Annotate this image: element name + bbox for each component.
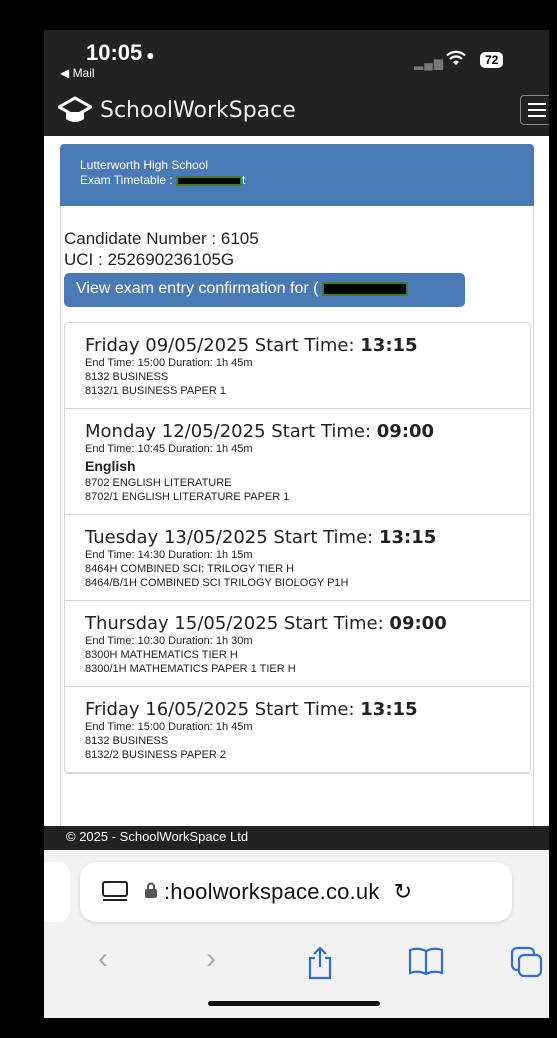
phone-frame: 10:05 ● ◀ Mail ▂▄▆ 72 SchoolWorkSpace Lu… (18, 0, 549, 1038)
lock-icon (144, 882, 158, 903)
exam-code: 8132 BUSINESS (85, 371, 169, 383)
exam-code: 8464H COMBINED SCI: TRILOGY TIER H (85, 563, 295, 575)
confirmation-button-label: View exam entry confirmation for ( (76, 280, 319, 297)
redacted-name (322, 281, 409, 296)
browser-toolbar: ‹ › (44, 942, 549, 992)
exam-end-duration: End Time: 15:00 Duration: 1h 45m (85, 721, 253, 733)
battery-indicator: 72 (480, 52, 504, 68)
site-brand[interactable]: SchoolWorkSpace (100, 98, 296, 123)
status-bar: 10:05 ● ◀ Mail ▂▄▆ 72 (44, 30, 549, 84)
timetable-suffix: t (242, 173, 246, 187)
exam-item: Monday 12/05/2025 Start Time: 09:00 End … (65, 409, 530, 515)
exam-end-duration: End Time: 10:45 Duration: 1h 45m (85, 443, 253, 455)
reload-icon[interactable]: ↻ (394, 879, 412, 905)
school-name: Lutterworth High School (80, 158, 209, 172)
clock-time: 10:05 (86, 40, 143, 65)
tabs-icon[interactable] (510, 946, 544, 985)
timetable-heading: Exam Timetable : t (80, 173, 534, 188)
exam-paper: 8300/1H MATHEMATICS PAPER 1 TIER H (85, 663, 296, 675)
exam-date: Thursday 15/05/2025 Start Time: (85, 613, 390, 634)
exam-paper: 8132/2 BUSINESS PAPER 2 (85, 749, 227, 761)
share-icon[interactable] (306, 946, 334, 987)
exam-end-duration: End Time: 10:30 Duration: 1h 30m (85, 635, 253, 647)
exam-paper: 8132/1 BUSINESS PAPER 1 (85, 385, 227, 397)
person-icon: ● (146, 47, 155, 63)
url-domain[interactable]: :hoolworkspace.co.uk (164, 879, 380, 905)
graduation-cap-logo-icon (58, 96, 92, 122)
site-header: SchoolWorkSpace (44, 84, 549, 136)
hamburger-line (528, 103, 546, 105)
exam-date: Monday 12/05/2025 Start Time: (85, 421, 377, 442)
exam-date: Friday 16/05/2025 Start Time: (85, 699, 361, 720)
exam-item: Tuesday 13/05/2025 Start Time: 13:15 End… (65, 515, 530, 601)
exam-code: 8702 ENGLISH LITERATURE (85, 477, 232, 489)
back-chevron-icon[interactable]: ‹ (98, 942, 108, 976)
address-bar[interactable]: :hoolworkspace.co.uk ↻ (80, 862, 512, 922)
exam-code: 8300H MATHEMATICS TIER H (85, 649, 238, 661)
hamburger-line (528, 115, 546, 117)
hamburger-line (528, 109, 546, 111)
menu-toggle-button[interactable] (520, 95, 549, 125)
back-to-mail-link[interactable]: ◀ Mail (60, 66, 95, 80)
wifi-icon (446, 50, 466, 71)
candidate-uci: UCI : 252690236105G (64, 250, 235, 269)
previous-tab-edge[interactable] (44, 862, 70, 922)
exam-date: Tuesday 13/05/2025 Start Time: (85, 527, 379, 548)
home-indicator[interactable] (208, 1001, 380, 1006)
exam-date-start: Tuesday 13/05/2025 Start Time: 13:15 (85, 527, 530, 548)
clock: 10:05 ● (86, 40, 155, 66)
exam-date-start: Monday 12/05/2025 Start Time: 09:00 (85, 421, 530, 442)
exam-start-time: 09:00 (389, 613, 447, 634)
screen: 10:05 ● ◀ Mail ▂▄▆ 72 SchoolWorkSpace Lu… (44, 30, 549, 1018)
exam-paper: 8702/1 ENGLISH LITERATURE PAPER 1 (85, 491, 290, 503)
exam-item: Thursday 15/05/2025 Start Time: 09:00 En… (65, 601, 530, 687)
exam-date-start: Thursday 15/05/2025 Start Time: 09:00 (85, 613, 530, 634)
view-entry-confirmation-button[interactable]: View exam entry confirmation for ( (64, 273, 465, 307)
exam-start-time: 13:15 (360, 699, 418, 720)
exam-item: Friday 09/05/2025 Start Time: 13:15 End … (65, 323, 530, 409)
exam-item: Friday 16/05/2025 Start Time: 13:15 End … (65, 687, 530, 773)
bookmarks-icon[interactable] (408, 946, 444, 983)
candidate-number: Candidate Number : 6105 (64, 229, 259, 248)
reader-mode-icon[interactable] (100, 880, 130, 904)
page-content: Lutterworth High School Exam Timetable :… (44, 136, 549, 826)
candidate-info: Candidate Number : 6105 UCI : 2526902361… (64, 228, 259, 270)
exam-end-duration: End Time: 14:30 Duration: 1h 15m (85, 549, 253, 561)
exam-end-duration: End Time: 15:00 Duration: 1h 45m (85, 357, 253, 369)
timetable-label: Exam Timetable : (80, 173, 173, 187)
exam-start-time: 13:15 (378, 527, 437, 548)
panel-header: Lutterworth High School Exam Timetable :… (60, 144, 534, 206)
exam-start-time: 13:15 (360, 335, 418, 356)
exam-date-start: Friday 16/05/2025 Start Time: 13:15 (85, 699, 530, 720)
exam-list: Friday 09/05/2025 Start Time: 13:15 End … (64, 322, 531, 774)
cellular-signal-icon: ▂▄▆ (414, 56, 444, 70)
redacted-name (176, 175, 243, 186)
browser-chrome: :hoolworkspace.co.uk ↻ ‹ › (44, 850, 549, 1018)
exam-code: 8132 BUSINESS (85, 735, 169, 747)
forward-chevron-icon[interactable]: › (206, 942, 216, 976)
exam-paper: 8464/B/1H COMBINED SCI TRILOGY BIOLOGY P… (85, 577, 349, 589)
footer-copyright: © 2025 - SchoolWorkSpace Ltd (44, 826, 549, 850)
exam-start-time: 09:00 (376, 421, 435, 442)
exam-date: Friday 09/05/2025 Start Time: (85, 335, 361, 356)
exam-date-start: Friday 09/05/2025 Start Time: 13:15 (85, 335, 530, 356)
exam-subject: English (85, 458, 136, 474)
